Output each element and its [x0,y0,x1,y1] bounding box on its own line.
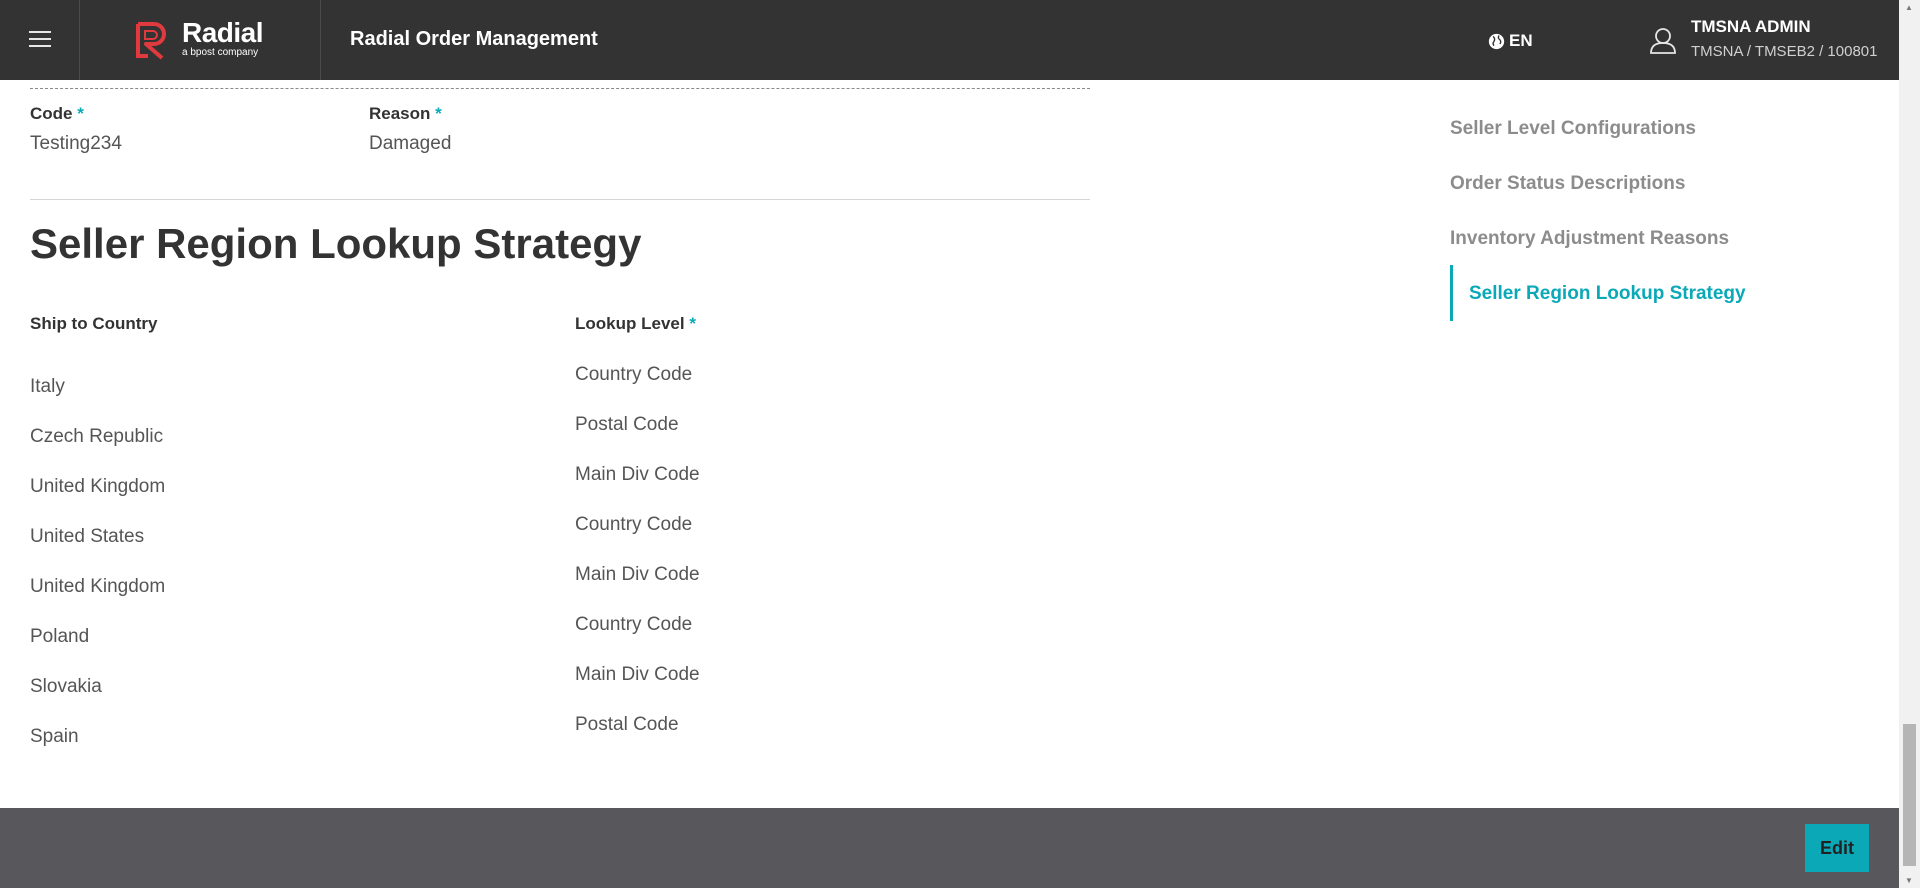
list-item: Spain [30,726,79,747]
brand-name: Radial [182,17,264,48]
brand-tagline: a bpost company [182,47,259,58]
ship-to-country-header: Ship to Country [30,314,158,333]
reason-value: Damaged [369,133,452,154]
list-item: Main Div Code [575,664,700,685]
list-item: Postal Code [575,414,679,435]
user-context: TMSNA / TMSEB2 / 100801 [1691,43,1878,60]
required-marker: * [435,104,442,123]
scroll-thumb[interactable] [1903,724,1916,866]
nav-item-inventory-adjustment-reasons[interactable]: Inventory Adjustment Reasons [1450,228,1729,250]
scroll-down-icon[interactable]: ▼ [1905,876,1913,885]
list-item: Country Code [575,614,693,635]
row-divider [30,88,1090,89]
list-item: Country Code [575,364,693,385]
list-item: United States [30,526,145,547]
active-indicator [1450,265,1453,321]
reason-label: Reason * [369,104,442,123]
required-marker: * [77,104,84,123]
list-item: Postal Code [575,714,679,735]
list-item: United Kingdom [30,476,166,497]
language-selector[interactable]: EN [1488,30,1533,52]
edit-button[interactable]: Edit [1805,824,1869,872]
language-label: EN [1509,31,1533,50]
scroll-up-icon[interactable]: ▲ [1905,3,1913,12]
nav-item-seller-region-lookup-strategy[interactable]: Seller Region Lookup Strategy [1469,283,1746,305]
globe-icon [1488,33,1505,49]
nav-item-order-status-descriptions[interactable]: Order Status Descriptions [1450,173,1685,195]
lookup-level-header: Lookup Level * [575,314,696,333]
required-marker: * [689,314,696,333]
scrollbar[interactable]: ▲ ▼ [1899,0,1920,888]
user-icon[interactable] [1649,26,1677,54]
list-item: Czech Republic [30,426,164,447]
code-value: Testing234 [30,133,122,154]
lookup-level-list: Country Code Postal Code Main Div Code C… [575,363,700,763]
country-list: Italy Czech Republic United Kingdom Unit… [30,375,165,775]
code-label: Code * [30,104,84,123]
list-item: Italy [30,376,65,397]
list-item: Main Div Code [575,564,700,585]
section-divider [30,199,1090,200]
radial-logo-icon [136,22,166,60]
list-item: United Kingdom [30,576,166,597]
nav-item-seller-level-configurations[interactable]: Seller Level Configurations [1450,118,1696,140]
list-item: Country Code [575,514,693,535]
top-bar: Radial a bpost company Radial Order Mana… [0,0,1899,80]
list-item: Slovakia [30,676,102,697]
list-item: Main Div Code [575,464,700,485]
app-title: Radial Order Management [350,28,598,50]
brand-logo[interactable]: Radial a bpost company [80,0,321,80]
section-title: Seller Region Lookup Strategy [30,220,642,267]
user-name[interactable]: TMSNA ADMIN [1691,17,1811,37]
menu-icon[interactable] [0,0,80,80]
footer-bar: Edit [0,808,1899,888]
list-item: Poland [30,626,90,647]
